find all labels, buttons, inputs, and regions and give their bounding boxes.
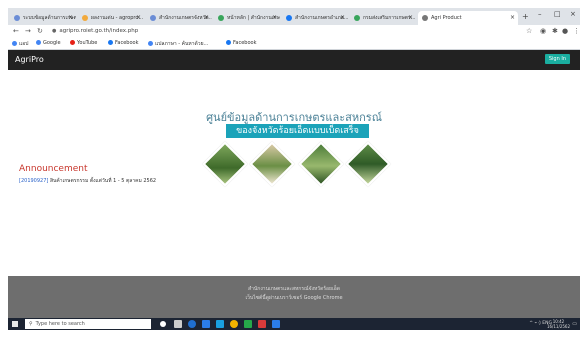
- sign-in-button[interactable]: Sign In: [544, 54, 570, 64]
- extension-icon[interactable]: ◉: [540, 27, 546, 35]
- taskbar-clock[interactable]: 10:42 16/11/2562: [547, 319, 570, 329]
- taskbar-search-box[interactable]: ⚲ Type here to search: [25, 319, 151, 329]
- browser-tab[interactable]: ระบบข้อมูลด้านการเกษตรและ...×: [10, 11, 76, 25]
- page-viewport: AgriPro Sign In ศูนย์ข้อมูลด้านการเกษตรแ…: [8, 50, 580, 318]
- new-tab-button[interactable]: +: [522, 11, 529, 23]
- hero-subtitle: ของจังหวัดร้อยเอ็ดแบบเบ็ดเสร็จ: [226, 124, 369, 138]
- word-icon[interactable]: [272, 320, 280, 328]
- bookmark-item[interactable]: แอป: [12, 40, 28, 48]
- address-bar[interactable]: ● agripro.roiet.go.th/index.php: [52, 28, 138, 34]
- bookmark-item[interactable]: แปลภาษา - ค้นหาด้วย...: [148, 40, 208, 48]
- bookmark-item[interactable]: Google: [36, 40, 61, 46]
- tab-close-icon[interactable]: ×: [136, 11, 141, 25]
- footer-line: เว็บไซต์นี้ดูผ่านเบราว์เซอร์ Google Chro…: [245, 295, 343, 301]
- mail-icon[interactable]: [216, 320, 224, 328]
- agriculture-photo-diamond: [298, 141, 344, 187]
- agriculture-photo-diamond: [345, 141, 391, 187]
- bookmark-item[interactable]: Facebook: [108, 40, 139, 46]
- bookmarks-bar: แอป Google YouTube Facebook แปลภาษา - ค้…: [8, 39, 580, 50]
- tab-favicon-icon: [82, 15, 88, 21]
- bookmark-item[interactable]: Facebook: [226, 40, 257, 46]
- bookmark-item[interactable]: YouTube: [70, 40, 97, 46]
- clock-date: 16/11/2562: [546, 324, 570, 329]
- search-icon: ⚲: [29, 321, 33, 327]
- site-navbar: AgriPro Sign In: [8, 50, 580, 70]
- site-brand[interactable]: AgriPro: [15, 55, 44, 64]
- facebook-icon: [108, 40, 113, 45]
- extension-puzzle-icon[interactable]: ✱: [552, 27, 558, 35]
- youtube-icon: [70, 40, 75, 45]
- forward-arrow-icon[interactable]: →: [25, 27, 31, 35]
- browser-tab[interactable]: สำนักงานเกษตรอำเภอ... ×: [282, 11, 348, 25]
- facebook-icon: [226, 40, 231, 45]
- google-icon: [36, 40, 41, 45]
- agriculture-photo-diamond: [202, 141, 248, 187]
- menu-kebab-icon[interactable]: ⋮: [573, 27, 580, 35]
- back-arrow-icon[interactable]: ←: [13, 27, 19, 35]
- browser-tab[interactable]: ผลงานเด่น - agropro... ×: [78, 11, 144, 25]
- tab-favicon-icon: [218, 15, 224, 21]
- maximize-button[interactable]: □: [554, 10, 561, 18]
- line-icon[interactable]: [244, 320, 252, 328]
- screen: ระบบข้อมูลด้านการเกษตรและ...× ผลงานเด่น …: [8, 8, 580, 330]
- browser-tab[interactable]: สำนักงานเกษตรจังหวัด... ×: [146, 11, 212, 25]
- tab-close-icon[interactable]: ×: [408, 11, 413, 25]
- task-view-icon[interactable]: [174, 320, 182, 328]
- bookmark-star-icon[interactable]: ☆: [526, 27, 532, 35]
- edge-icon[interactable]: [188, 320, 196, 328]
- tab-close-icon[interactable]: ×: [272, 11, 277, 25]
- tab-favicon-icon: [422, 15, 428, 21]
- footer-line: สำนักงานเกษตรและสหกรณ์จังหวัดร้อยเอ็ด: [248, 286, 340, 292]
- agriculture-photo-diamond: [249, 141, 295, 187]
- tab-favicon-icon: [14, 15, 20, 21]
- announcement-item[interactable]: [20190927] สินค้าเกษตรกรรม ตั้งแต่วันที่…: [19, 177, 156, 185]
- profile-avatar-icon[interactable]: ●: [562, 27, 568, 35]
- tab-favicon-icon: [354, 15, 360, 21]
- url-text: agripro.roiet.go.th/index.php: [59, 28, 139, 34]
- powerpoint-icon[interactable]: [258, 320, 266, 328]
- browser-tab[interactable]: กรมส่งเสริมการเกษตร... ×: [350, 11, 416, 25]
- tab-close-icon[interactable]: ×: [204, 11, 209, 25]
- announcement-heading: Announcement: [19, 164, 88, 174]
- file-explorer-icon[interactable]: [202, 320, 210, 328]
- tab-favicon-icon: [150, 15, 156, 21]
- minimize-button[interactable]: –: [538, 10, 542, 18]
- tab-strip: ระบบข้อมูลด้านการเกษตรและ...× ผลงานเด่น …: [8, 8, 580, 25]
- browser-tab[interactable]: หน้าหลัก | สำนักงานเกษตร...×: [214, 11, 280, 25]
- windows-start-icon[interactable]: [12, 321, 18, 327]
- chrome-icon[interactable]: [230, 320, 238, 328]
- secure-lock-icon: ●: [52, 28, 57, 34]
- cortana-icon[interactable]: [160, 321, 166, 327]
- windows-taskbar: ⚲ Type here to search ^ ⌁ ◊ ENG 10:42 16/…: [8, 318, 580, 330]
- tab-favicon-icon: [286, 15, 292, 21]
- close-window-button[interactable]: ×: [570, 10, 576, 18]
- browser-tab-active[interactable]: Agri Product ×: [418, 11, 518, 25]
- apps-icon: [12, 41, 17, 46]
- announcement-text: สินค้าเกษตรกรรม ตั้งแต่วันที่ 1 - 5 ตุลา…: [49, 178, 157, 184]
- site-footer: สำนักงานเกษตรและสหกรณ์จังหวัดร้อยเอ็ด เว…: [8, 276, 580, 318]
- tab-close-icon[interactable]: ×: [340, 11, 345, 25]
- notification-icon[interactable]: ▭: [572, 321, 577, 327]
- announcement-date: [20190927]: [19, 178, 49, 184]
- tab-close-icon[interactable]: ×: [68, 11, 73, 25]
- browser-toolbar: ← → ↻ ● agripro.roiet.go.th/index.php ☆ ◉…: [8, 25, 580, 39]
- reload-icon[interactable]: ↻: [37, 27, 43, 35]
- translate-icon: [148, 41, 153, 46]
- tab-close-icon[interactable]: ×: [510, 11, 515, 25]
